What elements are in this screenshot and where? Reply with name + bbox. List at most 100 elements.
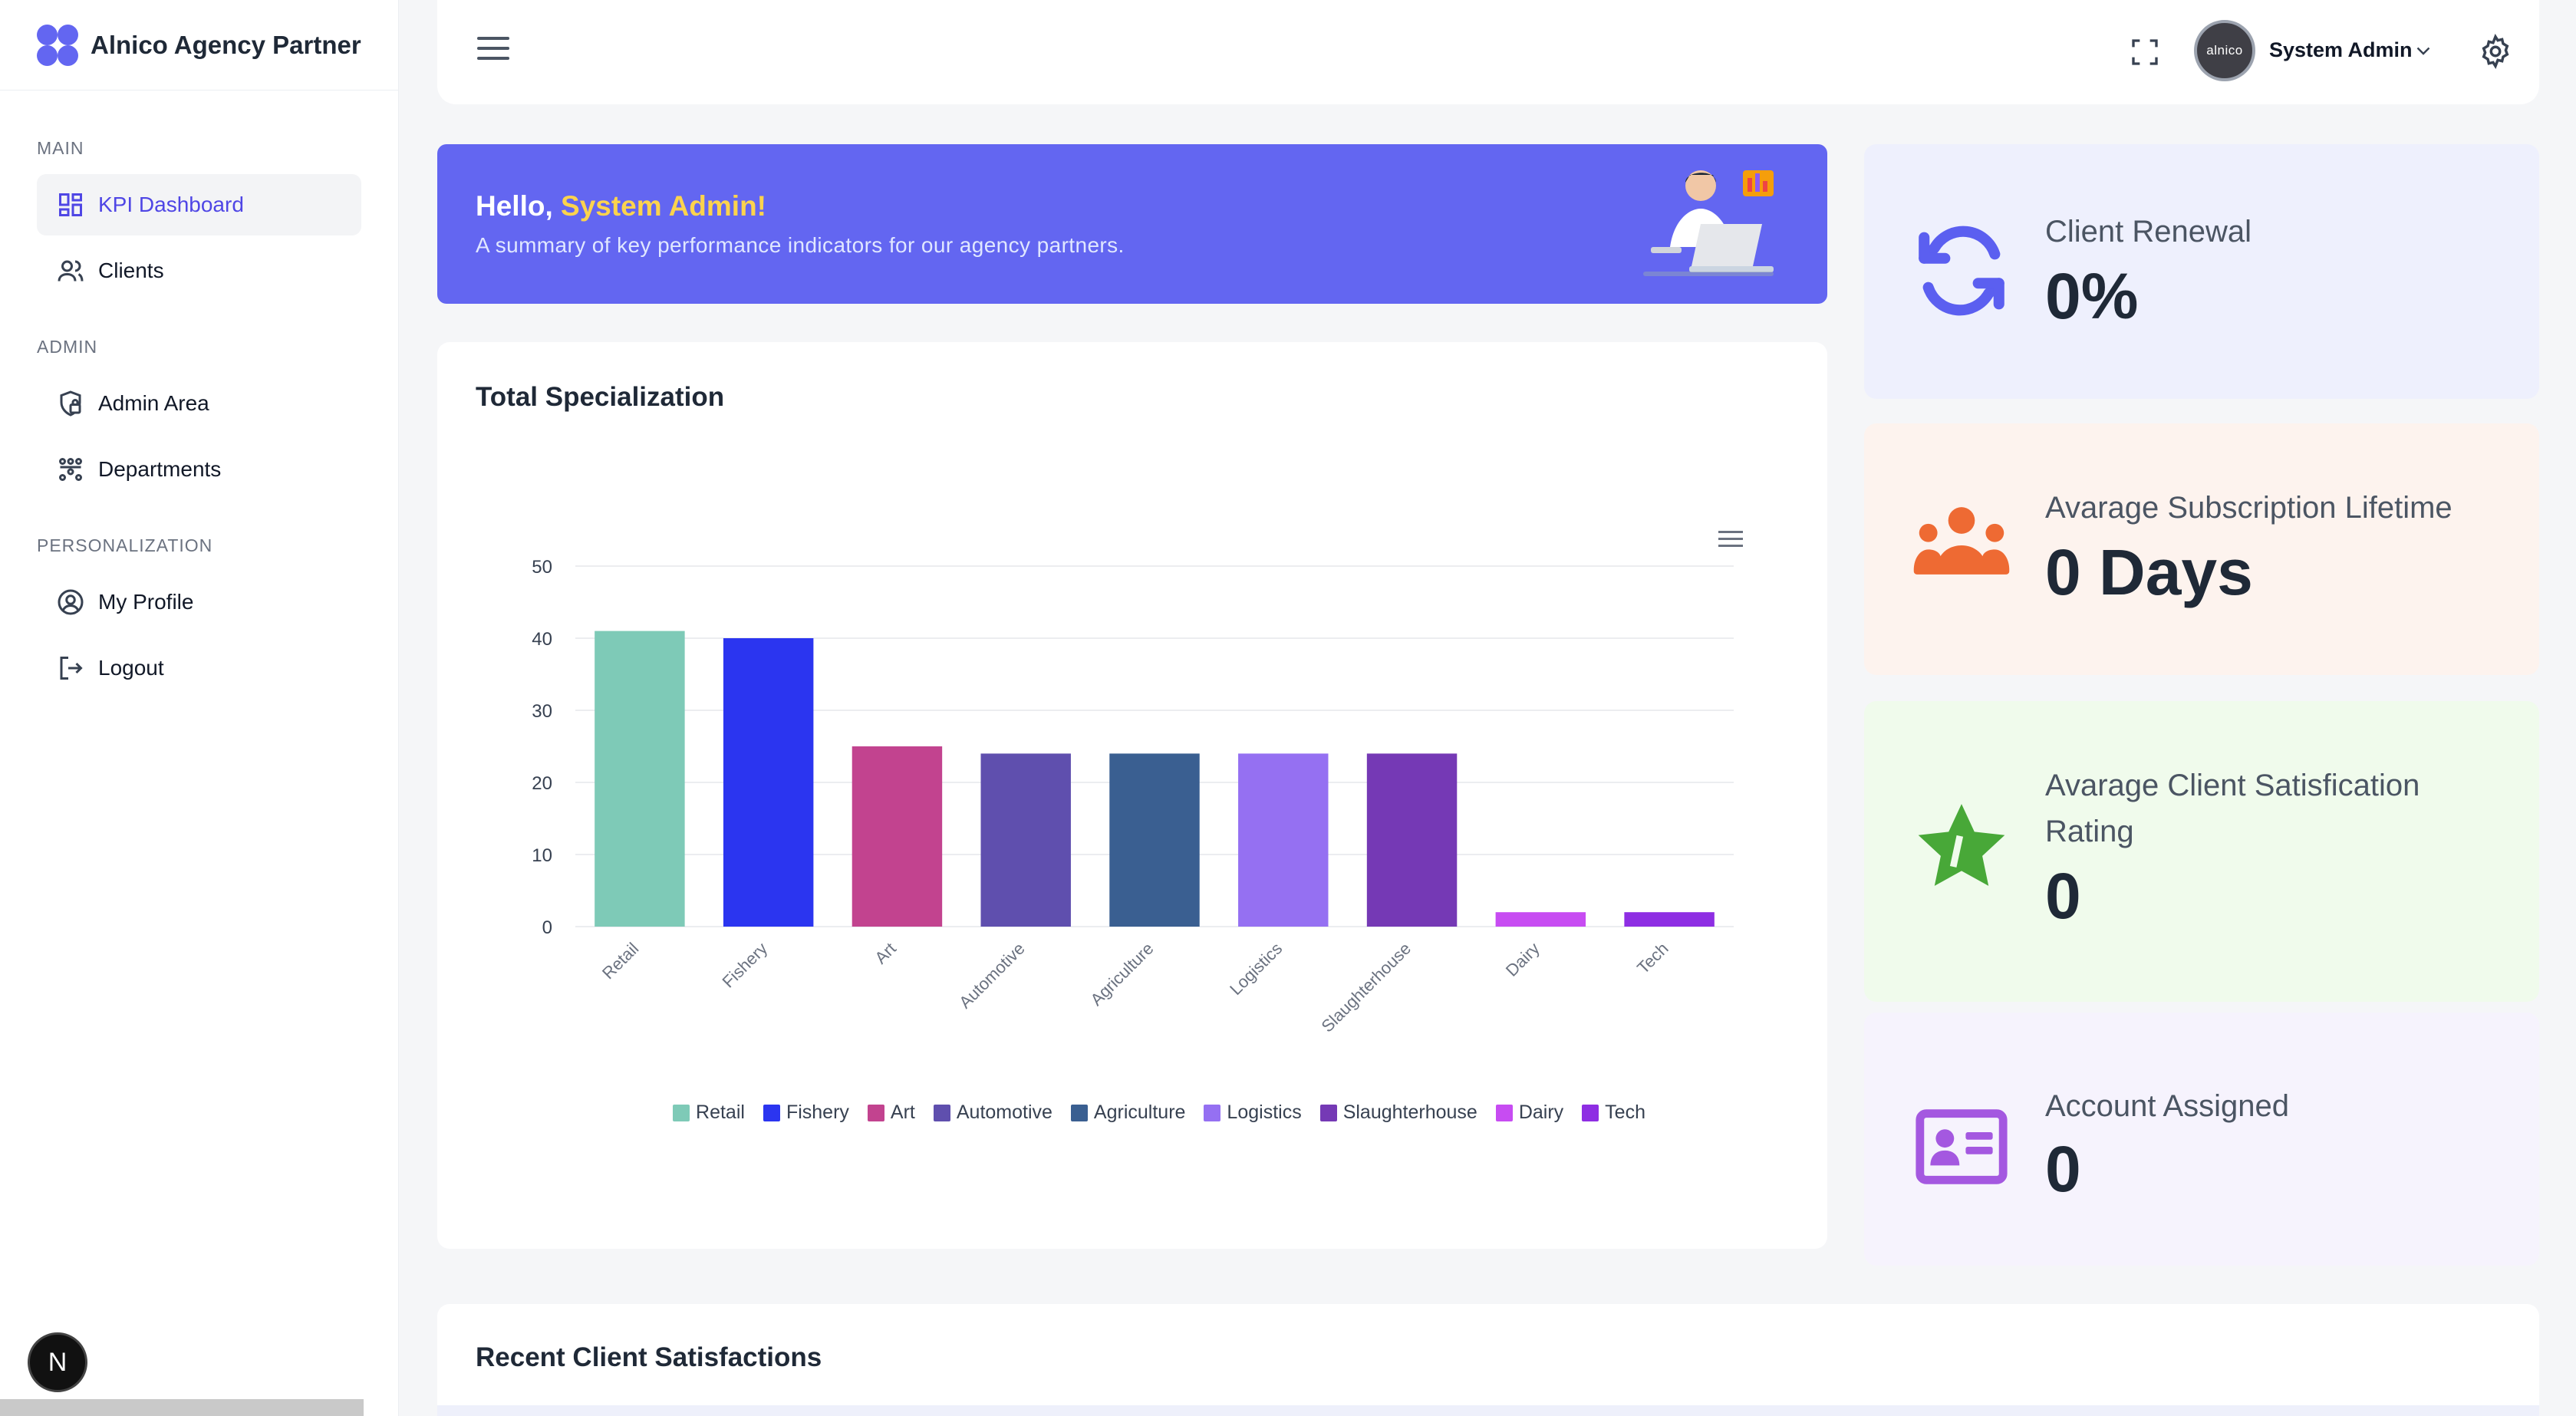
nav-heading-main: MAIN: [37, 138, 84, 158]
kpi-label: Account Assigned: [2045, 1089, 2289, 1123]
legend-label: Tech: [1605, 1102, 1645, 1123]
sidebar-item-label: Logout: [98, 656, 164, 680]
legend-swatch: [867, 1104, 884, 1121]
users-icon: [57, 257, 84, 285]
gear-icon[interactable]: [2478, 34, 2513, 69]
legend-item[interactable]: Slaughterhouse: [1319, 1102, 1477, 1124]
x-tick-label: Logistics: [1226, 939, 1286, 999]
legend-item[interactable]: Agriculture: [1070, 1102, 1186, 1124]
dashboard-icon: [57, 191, 84, 219]
legend-swatch: [1582, 1104, 1599, 1121]
bar: [1366, 753, 1458, 927]
y-tick-label: 50: [532, 557, 552, 578]
legend-item[interactable]: Retail: [673, 1102, 745, 1124]
recent-satisfactions-card: Recent Client Satisfactions: [437, 1304, 2539, 1416]
legend-label: Fishery: [786, 1102, 849, 1123]
user-circle-icon: [57, 588, 84, 616]
x-tick-label: Art: [871, 939, 900, 968]
x-tick-label: Fishery: [719, 939, 772, 992]
logout-icon: [57, 654, 84, 682]
sidebar-item-logout[interactable]: Logout: [37, 637, 361, 699]
brand-title: Alnico Agency Partner: [91, 30, 361, 59]
legend-label: Slaughterhouse: [1342, 1102, 1477, 1123]
kpi-value: 0%: [2045, 260, 2139, 332]
star-icon: [1918, 804, 2005, 886]
kpi-card-subscription-lifetime: Avarage Subscription Lifetime 0 Days: [1864, 423, 2539, 675]
x-tick-label: Agriculture: [1087, 939, 1158, 1009]
chevron-down-icon[interactable]: [2416, 46, 2430, 57]
sidebar-item-label: Admin Area: [98, 391, 209, 415]
x-tick-label: Dairy: [1502, 939, 1543, 980]
legend-item[interactable]: Tech: [1582, 1102, 1645, 1124]
recent-title: Recent Client Satisfactions: [476, 1342, 822, 1372]
bar: [1109, 753, 1200, 927]
x-tick-label: Automotive: [955, 939, 1029, 1013]
legend-label: Art: [890, 1102, 915, 1123]
bar: [852, 746, 943, 927]
legend-label: Dairy: [1518, 1102, 1564, 1123]
legend-swatch: [673, 1104, 690, 1121]
kpi-card-client-renewal: Client Renewal 0%: [1864, 144, 2539, 399]
chart-legend: Retail Fishery Art Automotive Agriculture Log…: [437, 1102, 1827, 1124]
sidebar-item-clients[interactable]: Clients: [37, 240, 361, 301]
kpi-card-satisfaction-rating: Avarage Client Satisfication Rating 0: [1864, 701, 2539, 1002]
legend-label: Agriculture: [1093, 1102, 1186, 1123]
fullscreen-icon[interactable]: [2130, 37, 2160, 68]
banner-greeting: Hello, System Admin!: [476, 190, 766, 222]
kpi-card-account-assigned: Account Assigned 0: [1864, 1013, 2539, 1266]
x-tick-label: Retail: [598, 939, 642, 983]
y-tick-label: 0: [542, 917, 552, 938]
legend-item[interactable]: Logistics: [1204, 1102, 1302, 1124]
nav-section-main: MAIN KPI Dashboard Clients ADMIN Admin A…: [0, 91, 398, 699]
bar: [1495, 912, 1586, 927]
top-bar: alnico System Admin: [437, 0, 2539, 104]
sidebar-item-kpi-dashboard[interactable]: KPI Dashboard: [37, 174, 361, 235]
y-tick-label: 20: [532, 773, 552, 794]
refresh-icon: [1919, 226, 2004, 316]
brand-logo-icon: [37, 24, 78, 66]
kpi-value: 0 Days: [2045, 536, 2253, 608]
nav-heading-personalization: PERSONALIZATION: [37, 535, 213, 555]
table-header-strip: [437, 1405, 2539, 1416]
sidebar-item-label: Clients: [98, 259, 164, 282]
brand[interactable]: Alnico Agency Partner: [0, 0, 398, 91]
sidebar-item-departments[interactable]: Departments: [37, 439, 361, 500]
legend-item[interactable]: Fishery: [763, 1102, 849, 1124]
sidebar: Alnico Agency Partner MAIN KPI Dashboard…: [0, 0, 399, 1416]
group-icon: [1913, 507, 2010, 575]
sidebar-scrollbar[interactable]: [0, 1399, 364, 1416]
y-tick-label: 40: [532, 629, 552, 650]
x-tick-label: Tech: [1633, 939, 1672, 978]
legend-item[interactable]: Dairy: [1495, 1102, 1564, 1124]
legend-item[interactable]: Art: [867, 1102, 915, 1124]
legend-item[interactable]: Automotive: [933, 1102, 1052, 1124]
welcome-banner: Hello, System Admin! A summary of key pe…: [437, 144, 1827, 304]
bar: [1238, 753, 1329, 927]
dev-badge[interactable]: N: [28, 1332, 87, 1392]
legend-swatch: [1070, 1104, 1088, 1121]
kpi-label: Avarage Subscription Lifetime: [2045, 491, 2452, 525]
user-name[interactable]: System Admin: [2269, 38, 2413, 62]
legend-swatch: [933, 1104, 950, 1121]
y-tick-label: 30: [532, 701, 552, 722]
legend-label: Retail: [696, 1102, 745, 1123]
legend-swatch: [1204, 1104, 1221, 1121]
bar: [723, 638, 814, 927]
bar: [980, 753, 1071, 927]
x-tick-label: Slaughterhouse: [1317, 939, 1415, 1036]
shield-lock-icon: [57, 390, 84, 417]
bar: [595, 631, 685, 927]
kpi-value: 0: [2045, 1133, 2081, 1205]
greeting-text: Hello,: [476, 190, 553, 222]
sidebar-item-label: My Profile: [98, 590, 194, 614]
sidebar-item-my-profile[interactable]: My Profile: [37, 571, 361, 633]
greeting-name: System Admin!: [561, 190, 766, 222]
org-chart-icon: [57, 456, 84, 483]
sidebar-item-admin-area[interactable]: Admin Area: [37, 373, 361, 434]
bar: [1624, 912, 1715, 927]
sidebar-item-label: Departments: [98, 457, 222, 481]
avatar[interactable]: alnico: [2194, 20, 2255, 81]
banner-subtitle: A summary of key performance indicators …: [476, 233, 1125, 257]
id-card-icon: [1916, 1109, 2008, 1184]
hamburger-menu-icon[interactable]: [477, 37, 509, 68]
